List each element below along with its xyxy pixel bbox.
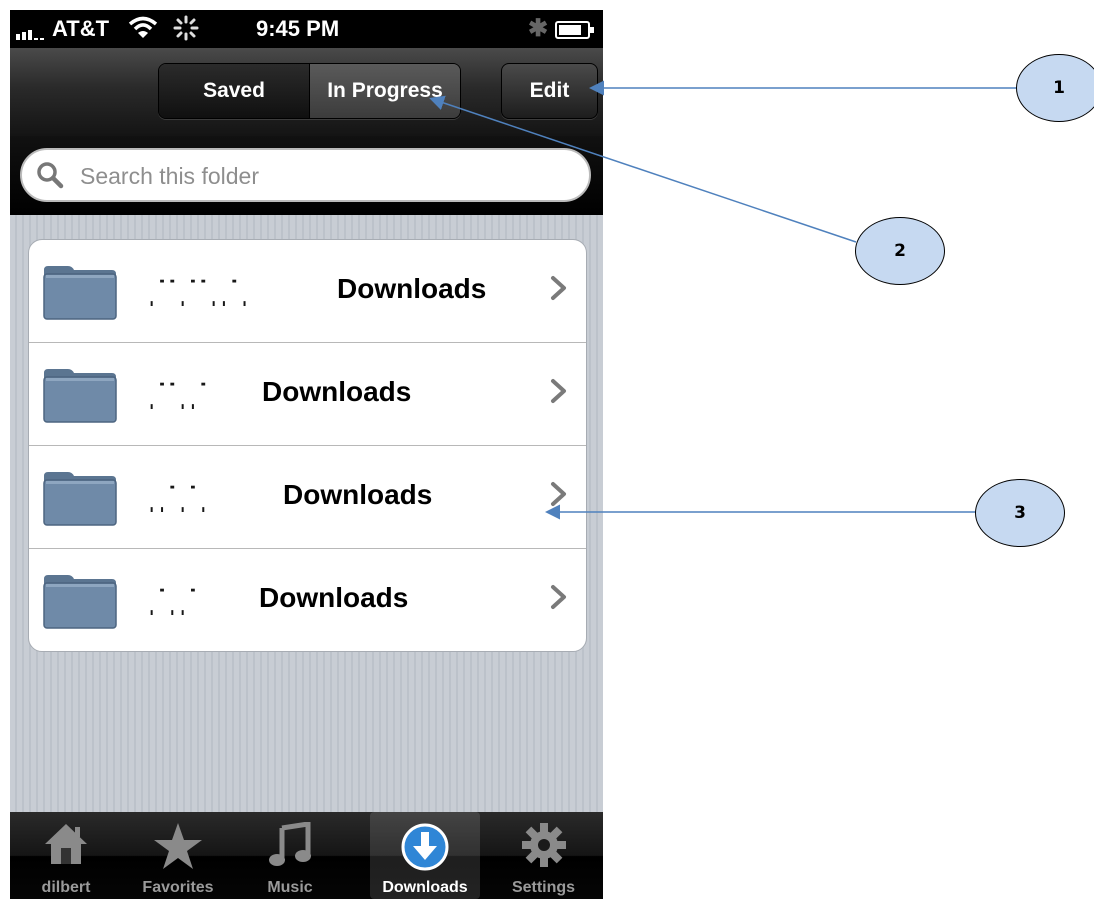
callout-1: 1	[1016, 54, 1094, 122]
arrow-2	[429, 95, 857, 243]
callout-3: 3	[975, 479, 1065, 547]
callout-2: 2	[855, 217, 945, 285]
annotation-arrows	[429, 80, 1017, 520]
